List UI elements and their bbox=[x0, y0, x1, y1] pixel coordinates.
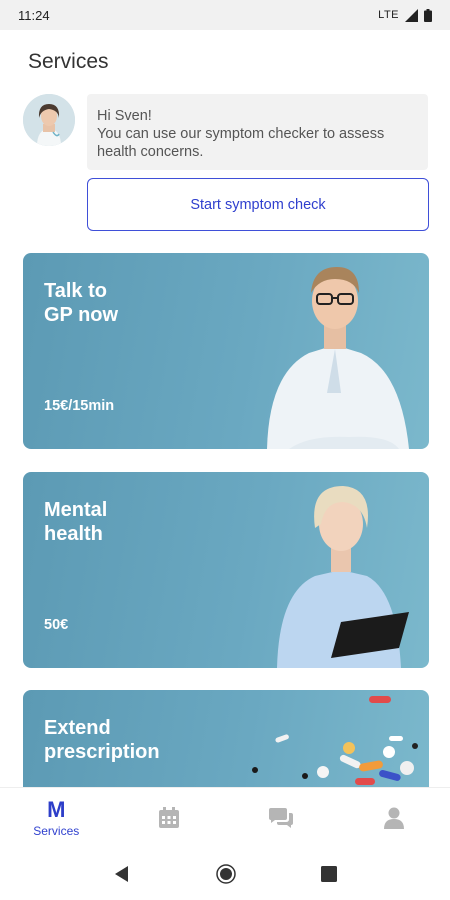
doctor-avatar-icon bbox=[23, 94, 75, 146]
assistant-message: Hi Sven! You can use our symptom checker… bbox=[87, 94, 428, 170]
network-label: LTE bbox=[378, 9, 399, 21]
card-title: Extend prescription bbox=[44, 717, 160, 763]
nav-item-services[interactable]: M Services bbox=[0, 788, 113, 848]
nav-item-calendar[interactable] bbox=[113, 788, 226, 848]
chat-icon bbox=[269, 808, 294, 828]
status-bar: 11:24 LTE bbox=[0, 0, 450, 30]
assistant-avatar bbox=[23, 94, 75, 146]
recents-icon[interactable] bbox=[321, 865, 338, 882]
page-title: Services bbox=[28, 50, 109, 73]
person-icon bbox=[383, 807, 404, 829]
nav-item-profile[interactable] bbox=[338, 788, 450, 848]
nav-item-chat[interactable] bbox=[225, 788, 338, 848]
doctor-photo-icon bbox=[267, 267, 409, 449]
talk-to-gp-card[interactable]: Talk to GP now 15€/15min bbox=[23, 253, 429, 449]
home-icon[interactable] bbox=[216, 863, 236, 884]
signal-icon bbox=[405, 8, 418, 22]
extend-prescription-card[interactable]: Extend prescription bbox=[23, 690, 429, 787]
card-title: Mental health bbox=[44, 499, 108, 545]
calendar-icon bbox=[158, 807, 179, 828]
system-nav-bar bbox=[0, 847, 450, 900]
back-icon[interactable] bbox=[113, 865, 131, 883]
m-logo-icon: M bbox=[47, 796, 66, 822]
bottom-nav: M Services bbox=[0, 787, 450, 847]
card-price: 50€ bbox=[44, 617, 69, 633]
start-symptom-check-label: Start symptom check bbox=[190, 196, 326, 213]
card-price: 15€/15min bbox=[44, 398, 115, 414]
mental-health-card[interactable]: Mental health 50€ bbox=[23, 472, 429, 668]
battery-icon bbox=[424, 8, 432, 22]
status-time: 11:24 bbox=[18, 7, 50, 23]
card-title: Talk to GP now bbox=[44, 280, 119, 326]
assistant-message-text: Hi Sven! You can use our symptom checker… bbox=[97, 108, 385, 160]
start-symptom-check-button[interactable]: Start symptom check bbox=[87, 178, 429, 231]
nav-label-services: Services bbox=[33, 823, 80, 838]
pills-photo-icon bbox=[252, 696, 418, 785]
status-icons: LTE bbox=[378, 8, 432, 22]
therapist-photo-icon bbox=[277, 486, 409, 668]
